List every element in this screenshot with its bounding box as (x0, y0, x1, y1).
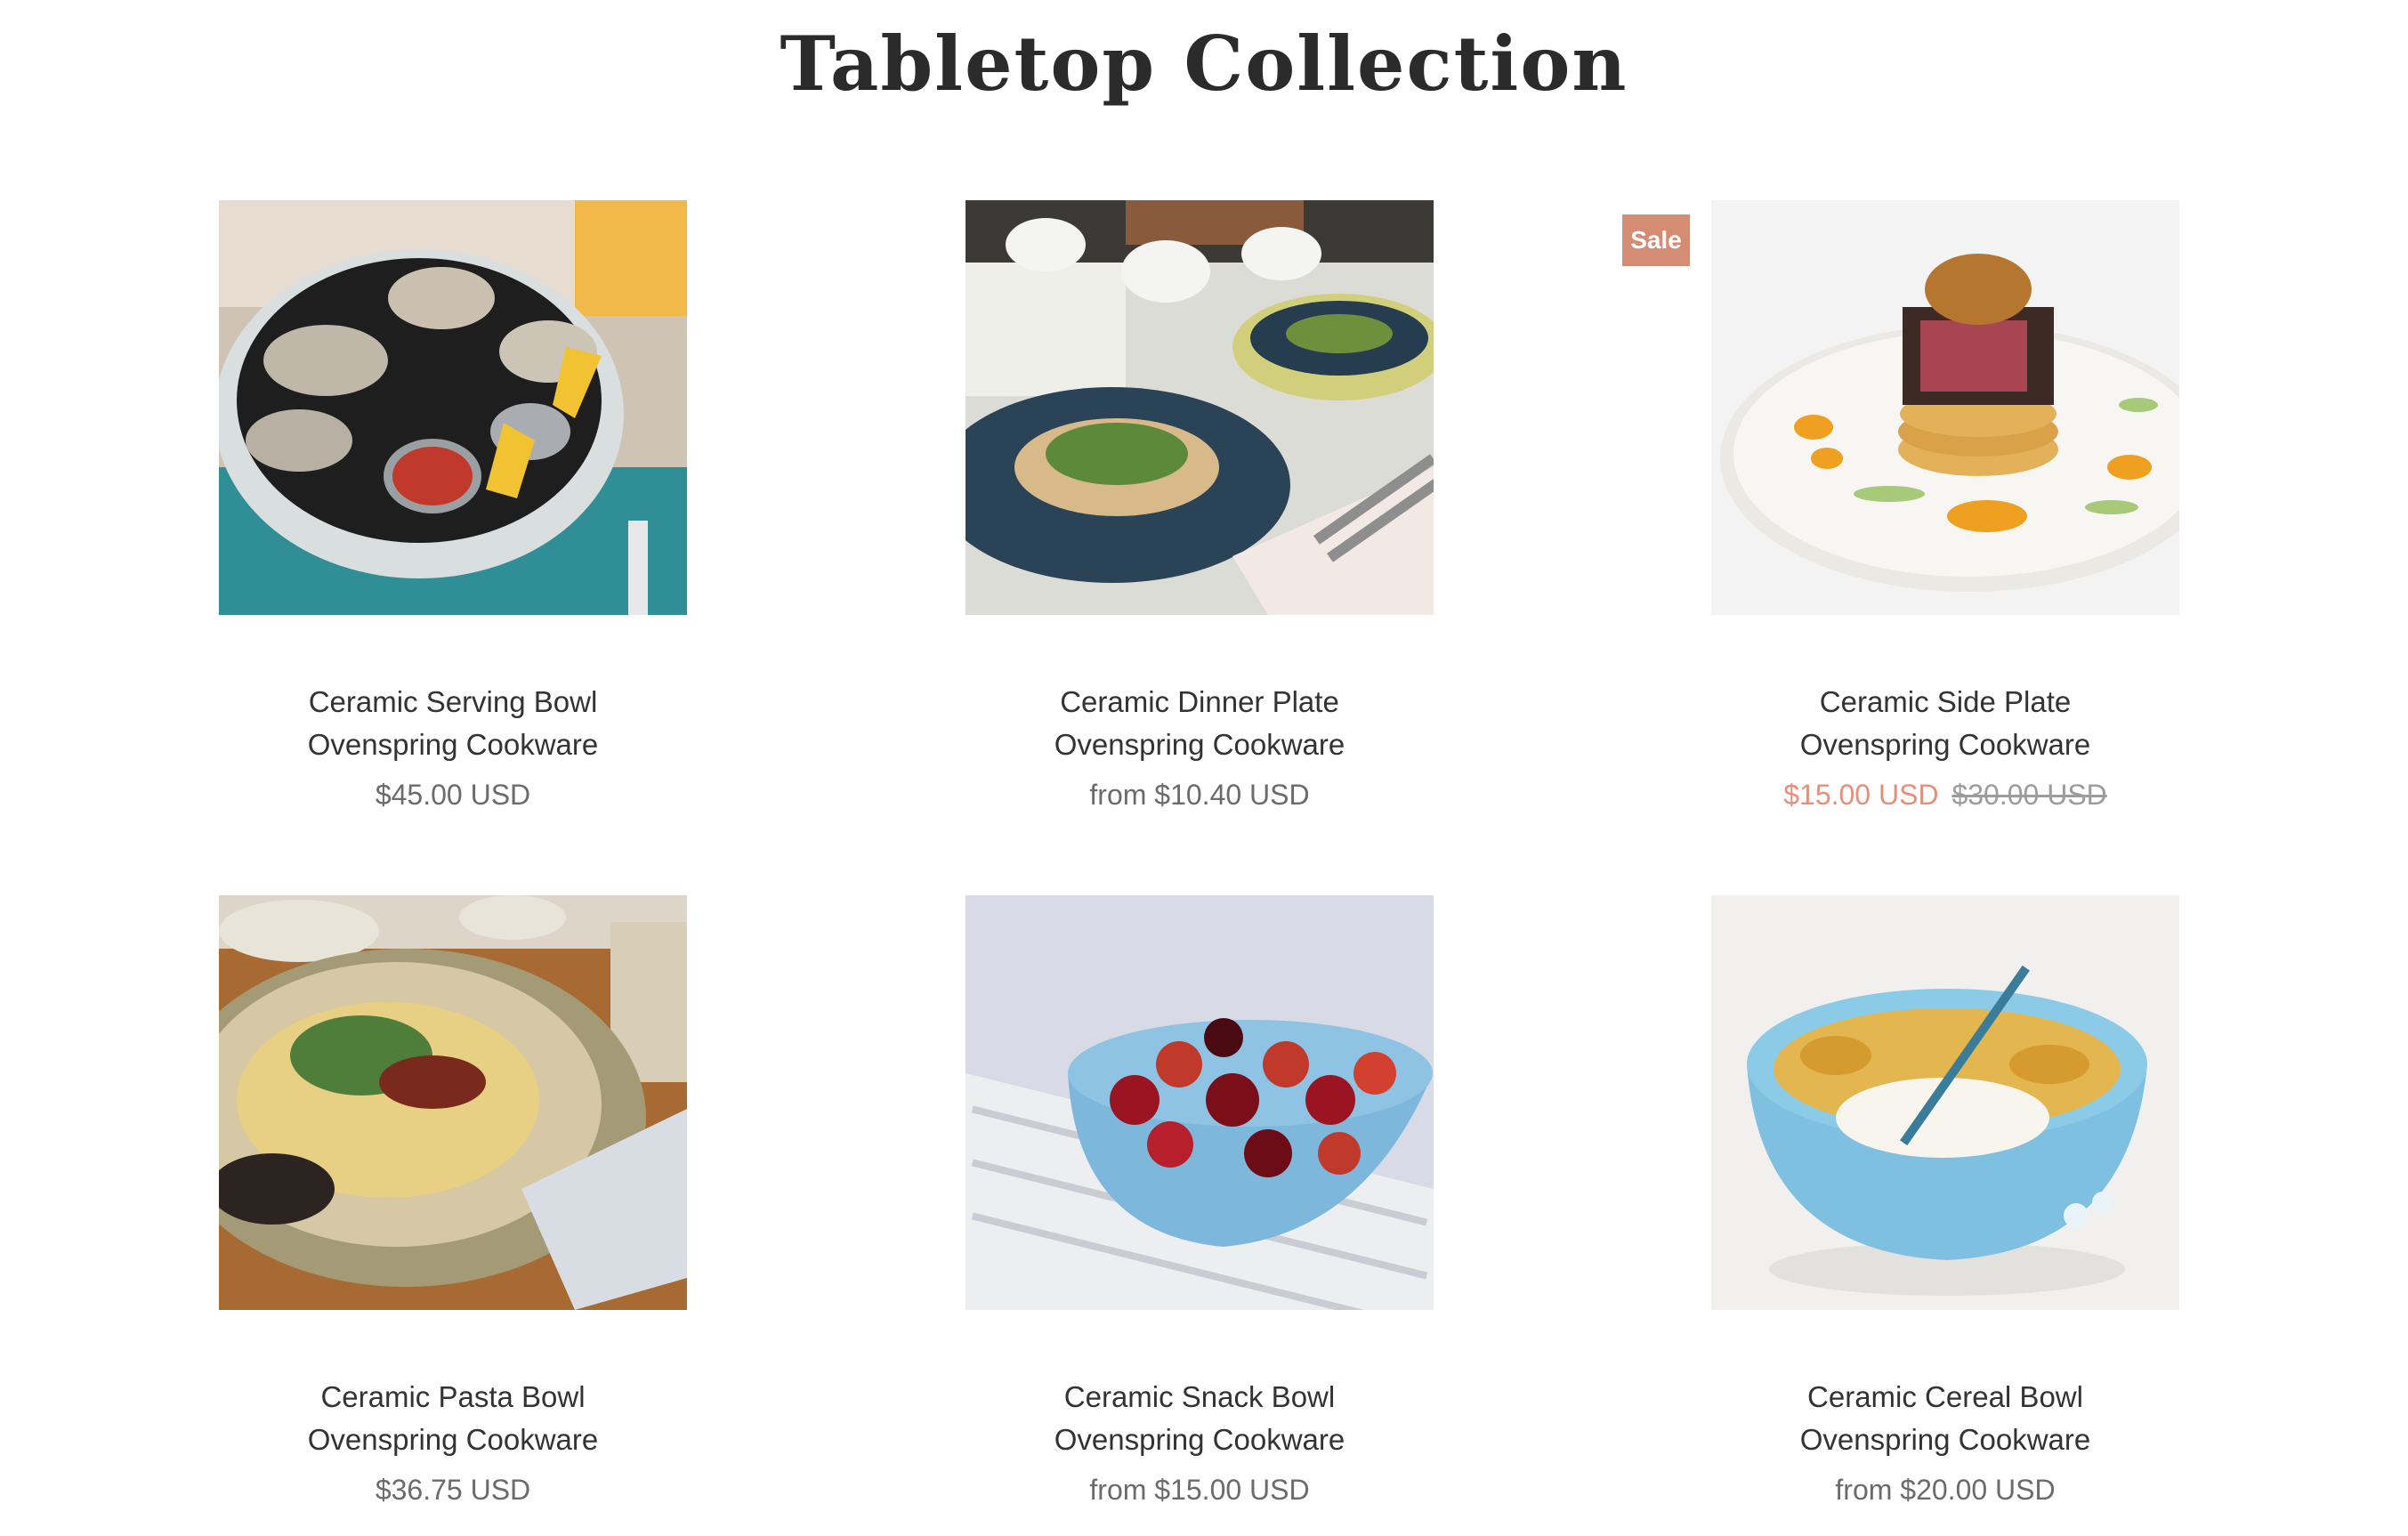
product-title[interactable]: Ceramic Dinner Plate (877, 681, 1523, 724)
product-title[interactable]: Ceramic Side Plate (1622, 681, 2268, 724)
product-vendor: Ovenspring Cookware (1054, 1423, 1345, 1456)
product-title[interactable]: Ceramic Pasta Bowl (130, 1376, 776, 1419)
product-title[interactable]: Ceramic Serving Bowl (130, 681, 776, 724)
product-title[interactable]: Ceramic Snack Bowl (877, 1376, 1523, 1419)
sale-badge: Sale (1622, 214, 1690, 266)
oysters-photo (219, 200, 687, 615)
product-image-dinner-plate[interactable] (966, 200, 1434, 615)
product-vendor: Ovenspring Cookware (1054, 728, 1345, 761)
steak-photo (1711, 200, 2179, 615)
product-price: $45.00 USD (375, 779, 531, 811)
product-card-ceramic-side-plate[interactable]: Sale Ceramic Side Plate Ovenspring Cookw… (1622, 200, 2179, 841)
product-price: $15.00 USD $30.00 USD (1622, 773, 2268, 816)
product-image-serving-bowl[interactable] (219, 200, 687, 615)
cherries-photo (966, 895, 1434, 1310)
product-price: from $10.40 USD (1089, 779, 1310, 811)
compare-at-price: $30.00 USD (1951, 779, 2107, 811)
cereal-photo (1711, 895, 2179, 1310)
product-vendor: Ovenspring Cookware (1799, 1423, 2091, 1456)
product-price: from $15.00 USD (1089, 1474, 1310, 1506)
product-vendor: Ovenspring Cookware (1799, 728, 2091, 761)
product-price: $36.75 USD (375, 1474, 531, 1506)
product-card-ceramic-pasta-bowl[interactable]: Ceramic Pasta Bowl Ovenspring Cookware $… (219, 895, 687, 1536)
product-price: from $20.00 USD (1835, 1474, 2056, 1506)
product-card-ceramic-snack-bowl[interactable]: Ceramic Snack Bowl Ovenspring Cookware f… (966, 895, 1434, 1536)
product-card-ceramic-cereal-bowl[interactable]: Ceramic Cereal Bowl Ovenspring Cookware … (1711, 895, 2179, 1536)
product-vendor: Ovenspring Cookware (307, 728, 599, 761)
pasta-photo (219, 895, 687, 1310)
product-image-snack-bowl[interactable] (966, 895, 1434, 1310)
product-card-ceramic-serving-bowl[interactable]: Ceramic Serving Bowl Ovenspring Cookware… (219, 200, 687, 841)
page-title: Tabletop Collection (780, 20, 1628, 108)
product-title[interactable]: Ceramic Cereal Bowl (1622, 1376, 2268, 1419)
product-image-cereal-bowl[interactable] (1711, 895, 2179, 1310)
sale-price: $15.00 USD (1783, 779, 1939, 811)
product-vendor: Ovenspring Cookware (307, 1423, 599, 1456)
product-card-ceramic-dinner-plate[interactable]: Ceramic Dinner Plate Ovenspring Cookware… (966, 200, 1434, 841)
dinner-plate-photo (966, 200, 1434, 615)
product-image-side-plate[interactable] (1711, 200, 2179, 615)
product-image-pasta-bowl[interactable] (219, 895, 687, 1310)
